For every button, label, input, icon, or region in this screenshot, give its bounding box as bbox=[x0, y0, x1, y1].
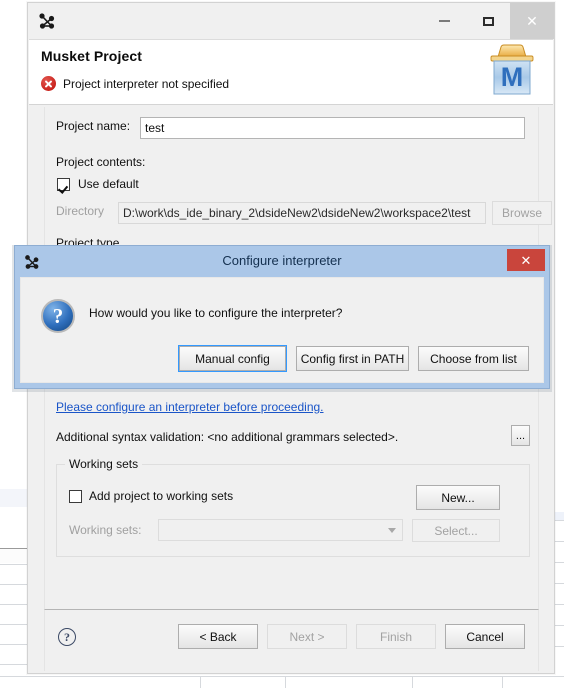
working-sets-label: Working sets: bbox=[69, 523, 142, 537]
status-message: Project interpreter not specified bbox=[63, 76, 230, 91]
working-sets-label-row: Working sets: bbox=[69, 523, 141, 537]
directory-label-row: Directory bbox=[56, 204, 104, 218]
spreadsheet-row-line bbox=[555, 520, 564, 521]
maximize-button[interactable] bbox=[466, 3, 510, 39]
question-icon: ? bbox=[41, 299, 75, 333]
minimize-button[interactable] bbox=[422, 3, 466, 39]
modal-title: Configure interpreter bbox=[222, 253, 342, 268]
configure-interpreter-dialog: Configure interpreter ✕ ? How would you … bbox=[14, 245, 550, 389]
close-icon: ✕ bbox=[526, 13, 538, 29]
cancel-label: Cancel bbox=[466, 629, 504, 644]
syntax-validation-ellipsis-button[interactable]: ... bbox=[511, 425, 530, 446]
desktop-right-strip bbox=[555, 0, 564, 512]
wizard-header: Musket Project Project interpreter not s… bbox=[29, 39, 553, 105]
spreadsheet-row-line bbox=[555, 583, 564, 584]
help-icon[interactable]: ? bbox=[58, 628, 76, 646]
working-sets-group-label: Working sets bbox=[65, 457, 143, 471]
project-name-input[interactable]: test bbox=[140, 117, 525, 139]
project-contents-label: Project contents: bbox=[56, 155, 146, 169]
close-button[interactable]: ✕ bbox=[510, 3, 554, 39]
spreadsheet-row-line bbox=[555, 646, 564, 647]
chevron-down-icon bbox=[388, 527, 396, 533]
manual-config-label: Manual config bbox=[195, 351, 270, 366]
spreadsheet-row-line bbox=[0, 664, 28, 665]
browse-label: Browse bbox=[501, 206, 542, 220]
spreadsheet-bottom-area bbox=[0, 676, 564, 688]
select-working-set-button[interactable]: Select... bbox=[412, 519, 500, 542]
maximize-icon bbox=[482, 16, 494, 26]
select-button-label: Select... bbox=[434, 523, 478, 538]
modal-prompt-text: How would you like to configure the inte… bbox=[89, 306, 343, 320]
status-message-row: Project interpreter not specified bbox=[41, 76, 229, 91]
spreadsheet-row-line bbox=[0, 584, 28, 585]
working-sets-combo[interactable] bbox=[158, 519, 403, 541]
spreadsheet-row-line bbox=[555, 562, 564, 563]
window-titlebar: ✕ bbox=[28, 3, 554, 39]
project-name-value: test bbox=[145, 121, 165, 135]
project-name-row: Project name: bbox=[56, 119, 130, 133]
configure-interpreter-link[interactable]: Please configure an interpreter before p… bbox=[56, 400, 324, 414]
spreadsheet-row-band bbox=[0, 549, 28, 563]
spreadsheet-col-line bbox=[200, 676, 201, 688]
modal-titlebar: Configure interpreter ✕ bbox=[15, 246, 549, 277]
project-contents-label-row: Project contents: bbox=[56, 155, 145, 169]
browse-button[interactable]: Browse bbox=[492, 201, 552, 225]
spreadsheet-row-line bbox=[555, 625, 564, 626]
spreadsheet-row-line bbox=[555, 541, 564, 542]
next-button[interactable]: Next > bbox=[267, 624, 347, 649]
spreadsheet-col-line bbox=[412, 676, 413, 688]
next-label: Next > bbox=[289, 629, 325, 644]
error-icon bbox=[41, 76, 56, 91]
back-label: < Back bbox=[199, 629, 237, 644]
modal-body: ? How would you like to configure the in… bbox=[20, 277, 544, 383]
close-icon: ✕ bbox=[520, 252, 532, 268]
syntax-validation-row: Additional syntax validation: <no additi… bbox=[56, 430, 398, 444]
add-to-working-sets-row[interactable]: Add project to working sets bbox=[69, 489, 233, 503]
spreadsheet-row-line bbox=[0, 604, 28, 605]
spreadsheet-row-line bbox=[555, 604, 564, 605]
cancel-button[interactable]: Cancel bbox=[445, 624, 525, 649]
graph-node-icon bbox=[37, 11, 57, 31]
config-first-in-path-button[interactable]: Config first in PATH bbox=[296, 346, 409, 371]
directory-input[interactable]: D:\work\ds_ide_binary_2\dsideNew2\dsideN… bbox=[118, 202, 486, 224]
spreadsheet-row-line bbox=[0, 564, 28, 565]
spreadsheet-row-line bbox=[0, 644, 28, 645]
ellipsis-icon: ... bbox=[515, 429, 526, 442]
modal-close-button[interactable]: ✕ bbox=[507, 249, 545, 271]
desktop-right-band bbox=[555, 512, 564, 520]
finish-label: Finish bbox=[379, 629, 412, 644]
choose-from-list-label: Choose from list bbox=[430, 351, 517, 366]
musket-project-logo: M bbox=[485, 41, 539, 99]
minimize-icon bbox=[438, 20, 450, 22]
spreadsheet-col-line bbox=[502, 676, 503, 688]
config-first-in-path-label: Config first in PATH bbox=[300, 351, 405, 366]
spreadsheet-col-line bbox=[285, 676, 286, 688]
working-sets-group: Working sets Add project to working sets… bbox=[56, 457, 530, 557]
add-to-working-sets-label: Add project to working sets bbox=[89, 489, 234, 503]
spreadsheet-row-line bbox=[0, 624, 28, 625]
window-controls: ✕ bbox=[422, 3, 554, 39]
new-button-label: New... bbox=[441, 490, 475, 505]
interpreter-link-row[interactable]: Please configure an interpreter before p… bbox=[56, 400, 324, 414]
spreadsheet-highlight-band bbox=[0, 489, 28, 507]
svg-text:M: M bbox=[501, 62, 524, 92]
syntax-validation-text: Additional syntax validation: <no additi… bbox=[56, 430, 399, 444]
choose-from-list-button[interactable]: Choose from list bbox=[418, 346, 529, 371]
add-to-working-sets-checkbox[interactable] bbox=[69, 489, 82, 503]
project-name-label: Project name: bbox=[56, 119, 131, 133]
directory-value: D:\work\ds_ide_binary_2\dsideNew2\dsideN… bbox=[123, 206, 471, 220]
back-button[interactable]: < Back bbox=[178, 624, 258, 649]
finish-button[interactable]: Finish bbox=[356, 624, 436, 649]
page-title: Musket Project bbox=[41, 48, 142, 64]
manual-config-button[interactable]: Manual config bbox=[178, 345, 287, 372]
new-working-set-button[interactable]: New... bbox=[416, 485, 500, 510]
directory-label: Directory bbox=[56, 204, 105, 218]
use-default-row[interactable]: Use default bbox=[57, 177, 139, 191]
spreadsheet-bottom-line bbox=[0, 676, 564, 677]
wizard-button-bar: ? < Back Next > Finish Cancel bbox=[44, 609, 539, 671]
use-default-checkbox[interactable] bbox=[57, 177, 70, 191]
use-default-label: Use default bbox=[78, 177, 139, 191]
